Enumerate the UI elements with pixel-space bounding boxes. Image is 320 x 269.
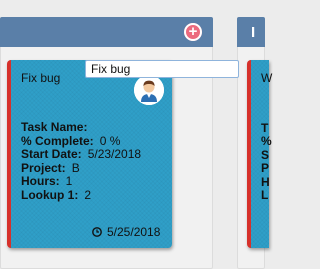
field-value: 2	[84, 187, 92, 202]
column-title: I	[251, 24, 256, 41]
task-name-input[interactable]	[85, 60, 239, 78]
field-label: Project:	[21, 160, 66, 175]
clock-icon	[92, 226, 102, 237]
field-label: Task Name:	[21, 120, 88, 134]
card-details: Task Name: % Complete: 0 % Start Date: 5/2…	[21, 121, 141, 203]
person-avatar-icon	[134, 75, 164, 105]
column-header: +	[0, 17, 213, 47]
field-label: % Complete:	[21, 133, 94, 148]
field-label-partial: P	[261, 161, 270, 175]
add-card-button[interactable]: +	[184, 23, 202, 41]
field-label-partial: S	[261, 148, 270, 162]
field-label: Start Date:	[21, 147, 82, 162]
field-value: B	[71, 160, 80, 175]
field-label: Hours:	[21, 174, 60, 189]
field-value: 0 %	[99, 133, 121, 148]
card-title-partial: W	[261, 71, 273, 85]
card-title: Fix bug	[21, 71, 61, 85]
field-percent-complete: % Complete: 0 %	[21, 133, 141, 149]
task-card-2[interactable]: W T % S P H L	[247, 60, 273, 248]
field-start-date: Start Date: 5/23/2018	[21, 148, 141, 162]
field-value: 1	[65, 174, 73, 189]
due-date: 5/25/2018	[92, 225, 160, 239]
field-label-partial: %	[261, 134, 272, 148]
due-date-text: 5/25/2018	[107, 225, 161, 239]
field-label-partial: T	[261, 121, 269, 135]
task-card[interactable]: Fix bug Task Name: % Complete: 0 % Start …	[7, 60, 172, 248]
field-project: Project: B	[21, 160, 141, 176]
field-label: Lookup 1:	[21, 187, 79, 202]
field-label-partial: H	[261, 175, 270, 189]
column-header-2: I	[237, 17, 265, 47]
field-label-partial: L	[261, 188, 269, 202]
field-task-name: Task Name:	[21, 121, 141, 135]
field-value: 5/23/2018	[87, 147, 142, 162]
field-hours: Hours: 1	[21, 175, 141, 189]
field-lookup-1: Lookup 1: 2	[21, 187, 141, 203]
